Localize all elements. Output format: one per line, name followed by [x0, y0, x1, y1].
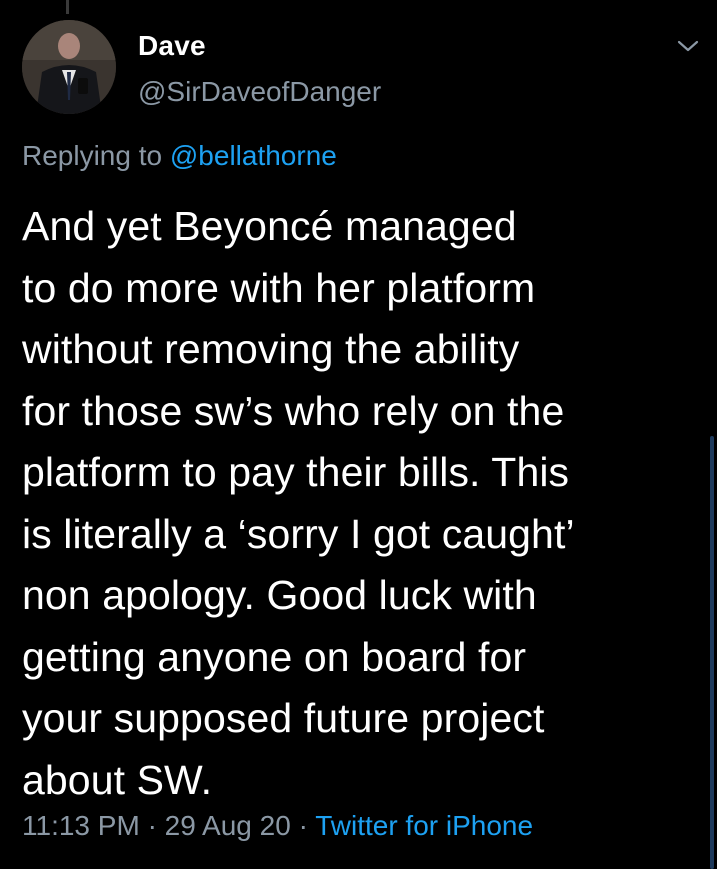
avatar[interactable] — [22, 20, 116, 114]
scrollbar[interactable] — [710, 436, 714, 869]
avatar-photo-icon — [22, 20, 116, 114]
tweet-date: 29 Aug 20 — [164, 810, 291, 841]
replying-to: Replying to @bellathorne — [22, 140, 337, 172]
author-name[interactable]: Dave — [138, 30, 206, 62]
meta-separator: · — [147, 810, 157, 841]
thread-connector-line — [66, 0, 69, 14]
tweet-time: 11:13 PM — [22, 810, 140, 841]
replying-to-link[interactable]: @bellathorne — [170, 140, 337, 171]
tweet-source-link[interactable]: Twitter for iPhone — [315, 810, 533, 841]
chevron-down-icon[interactable] — [676, 36, 700, 56]
author-handle[interactable]: @SirDaveofDanger — [138, 76, 381, 108]
meta-separator: · — [298, 810, 308, 841]
tweet-meta: 11:13 PM · 29 Aug 20 · Twitter for iPhon… — [22, 810, 533, 842]
tweet-text: And yet Beyoncé managed to do more with … — [22, 203, 575, 803]
replying-to-label: Replying to — [22, 140, 163, 171]
